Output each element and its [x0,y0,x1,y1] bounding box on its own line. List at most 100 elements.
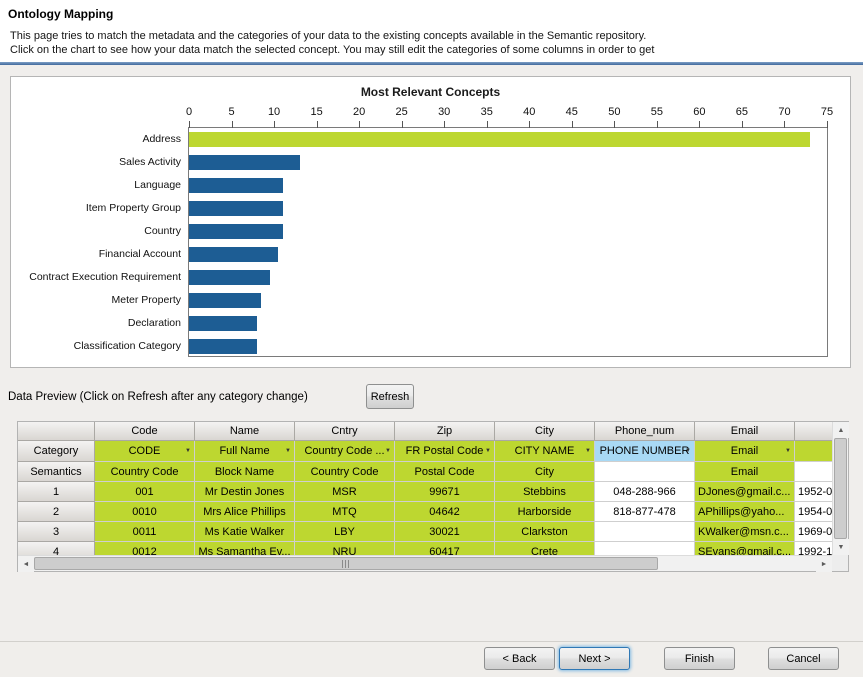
cell-text: 001 [135,486,153,498]
table-row: 20010Mrs Alice PhillipsMTQ04642Harborsid… [18,502,832,522]
cell-text: 1969-0 [798,526,832,538]
back-button[interactable]: < Back [484,647,555,670]
cell-text: 30021 [429,526,460,538]
chart-bar[interactable] [189,247,278,262]
cell-text: MSR [332,486,356,498]
x-tick-label: 40 [523,106,535,118]
chart-bar[interactable] [189,339,257,354]
table-row: SemanticsCountry CodeBlock NameCountry C… [18,462,832,482]
horizontal-scrollbar-thumb[interactable] [34,557,658,570]
category-combo[interactable]: Full Name ▼ [195,441,295,462]
x-tick-mark [317,121,318,128]
page-description-line2: Click on the chart to see how your data … [10,44,654,56]
cell-text: Country Code [111,466,179,478]
chart-bar[interactable] [189,293,261,308]
combo-arrow-icon[interactable]: ▼ [385,448,391,454]
bar-row [189,151,827,174]
combo-arrow-icon[interactable]: ▼ [685,448,691,454]
chart-bar[interactable] [189,201,283,216]
corner-header [18,422,95,441]
combo-arrow-icon[interactable]: ▼ [585,448,591,454]
category-label: Sales Activity [13,150,185,173]
column-header[interactable]: Zip [395,422,495,441]
column-header[interactable]: Code [95,422,195,441]
finish-button[interactable]: Finish [664,647,735,670]
table-cell: 30021 [395,522,495,542]
category-combo[interactable]: Country Code ...▼ [295,441,395,462]
combo-value: CODE [129,445,161,457]
table-cell: 0011 [95,522,195,542]
cell-text: Crete [531,546,558,556]
scroll-left-icon[interactable]: ◄ [18,556,34,572]
cell-text: Ms Katie Walker [205,526,285,538]
cancel-button[interactable]: Cancel [768,647,839,670]
combo-arrow-icon[interactable]: ▼ [185,448,191,454]
row-header: 3 [18,522,95,542]
button-bar: < Back Next > Finish Cancel [0,641,863,677]
x-tick-mark [232,121,233,128]
table-cell: LBY [295,522,395,542]
combo-arrow-icon[interactable]: ▼ [785,448,791,454]
chart-bar[interactable] [189,270,270,285]
header-divider [0,62,863,65]
chart-bar[interactable] [189,155,300,170]
combo-value: Full Name [219,445,269,457]
table-row: 1001Mr Destin JonesMSR99671Stebbins048-2… [18,482,832,502]
horizontal-scrollbar[interactable]: ◄ ► [18,555,832,571]
x-tick-label: 35 [481,106,493,118]
table-cell: APhillips@yaho... [695,502,795,522]
bar-row [189,289,827,312]
table-cell: SEvans@gmail.c... [695,542,795,555]
table-cell: KWalker@msn.c... [695,522,795,542]
table-cell: Email [695,462,795,482]
cell-text: Harborside [518,506,572,518]
column-header[interactable]: Name [195,422,295,441]
vertical-scrollbar[interactable]: ▲ ▼ [832,422,848,555]
column-header[interactable]: Email [695,422,795,441]
cell-text: City [535,466,554,478]
scroll-down-icon[interactable]: ▼ [833,539,849,555]
vertical-scrollbar-thumb[interactable] [834,438,847,539]
chart-bar[interactable] [189,178,283,193]
cell-text: Postal Code [415,466,475,478]
cell-text: 1952-0 [798,486,832,498]
column-header[interactable]: Phone_num [595,422,695,441]
cell-text: SEvans@gmail.c... [698,546,791,556]
category-combo[interactable]: CITY NAME▼ [495,441,595,462]
category-combo[interactable]: FR Postal Code▼ [395,441,495,462]
next-button[interactable]: Next > [559,647,630,670]
table-cell: Harborside [495,502,595,522]
scroll-up-icon[interactable]: ▲ [833,422,849,438]
cell-text: 0012 [132,546,156,556]
table-cell [795,441,832,462]
refresh-button[interactable]: Refresh [366,384,414,409]
category-label: Country [13,219,185,242]
chart-bar[interactable] [189,132,810,147]
category-combo[interactable]: CODE ▼ [95,441,195,462]
category-label: Language [13,173,185,196]
table-cell: Ms Katie Walker [195,522,295,542]
row-header: 2 [18,502,95,522]
table-cell: Crete [495,542,595,555]
table-cell [795,462,832,482]
cell-text: KWalker@msn.c... [698,526,789,538]
column-header[interactable]: City [495,422,595,441]
chart-title: Most Relevant Concepts [11,85,850,99]
x-tick-mark [359,121,360,128]
chart-bar[interactable] [189,316,257,331]
bar-row [189,266,827,289]
scroll-right-icon[interactable]: ► [816,556,832,572]
combo-arrow-icon[interactable]: ▼ [485,448,491,454]
chart-plot[interactable]: 051015202530354045505560657075 [188,127,828,357]
column-header[interactable] [795,422,832,441]
table-cell: DJones@gmail.c... [695,482,795,502]
category-combo[interactable]: Email▼ [695,441,795,462]
cell-text: 818-877-478 [613,506,675,518]
chart-bar[interactable] [189,224,283,239]
category-combo[interactable]: PHONE NUMBER▼ [595,441,695,462]
column-header[interactable]: Cntry [295,422,395,441]
cell-text: Mr Destin Jones [205,486,284,498]
table-cell: 99671 [395,482,495,502]
combo-arrow-icon[interactable]: ▼ [285,448,291,454]
category-label: Declaration [13,311,185,334]
